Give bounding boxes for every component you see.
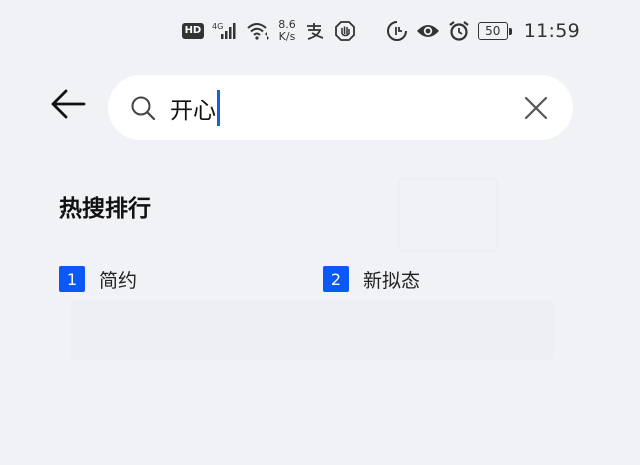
network-speed: 8.6 K/s xyxy=(278,18,296,43)
cellular-signal-icon: 4G xyxy=(212,20,238,42)
back-button[interactable] xyxy=(46,82,90,126)
eye-comfort-icon xyxy=(416,20,440,42)
hot-search-label: 简约 xyxy=(99,269,138,292)
svg-text:4G: 4G xyxy=(212,22,223,31)
text-caret xyxy=(217,90,220,126)
search-box[interactable]: 开心 xyxy=(108,75,573,140)
hot-search-label: 新拟态 xyxy=(363,269,421,292)
clock: 11:59 xyxy=(523,20,580,42)
wifi-icon xyxy=(246,20,270,42)
status-bar: HD 4G 8.6 K/s 50 11:59 xyxy=(181,14,580,48)
battery-indicator: 50 xyxy=(477,22,512,40)
hot-search-item-1[interactable]: 1 简约 xyxy=(59,266,137,292)
search-icon xyxy=(131,96,156,121)
rank-badge: 2 xyxy=(323,266,349,292)
close-icon xyxy=(524,96,548,120)
search-input[interactable]: 开心 xyxy=(170,89,220,127)
rank-badge: 1 xyxy=(59,266,85,292)
alarm-clock-icon xyxy=(448,20,470,42)
clear-search-button[interactable] xyxy=(521,93,551,123)
background-thumbnail xyxy=(398,178,498,252)
hot-search-title: 热搜排行 xyxy=(59,196,151,222)
hot-search-item-2[interactable]: 2 新拟态 xyxy=(323,266,420,292)
background-card xyxy=(70,300,555,360)
hand-stop-icon xyxy=(334,20,356,42)
payment-app-icon xyxy=(304,20,326,42)
hd-badge: HD xyxy=(181,20,205,42)
search-query-text: 开心 xyxy=(170,98,216,124)
back-arrow-icon xyxy=(51,89,86,119)
data-saver-icon xyxy=(386,20,408,42)
